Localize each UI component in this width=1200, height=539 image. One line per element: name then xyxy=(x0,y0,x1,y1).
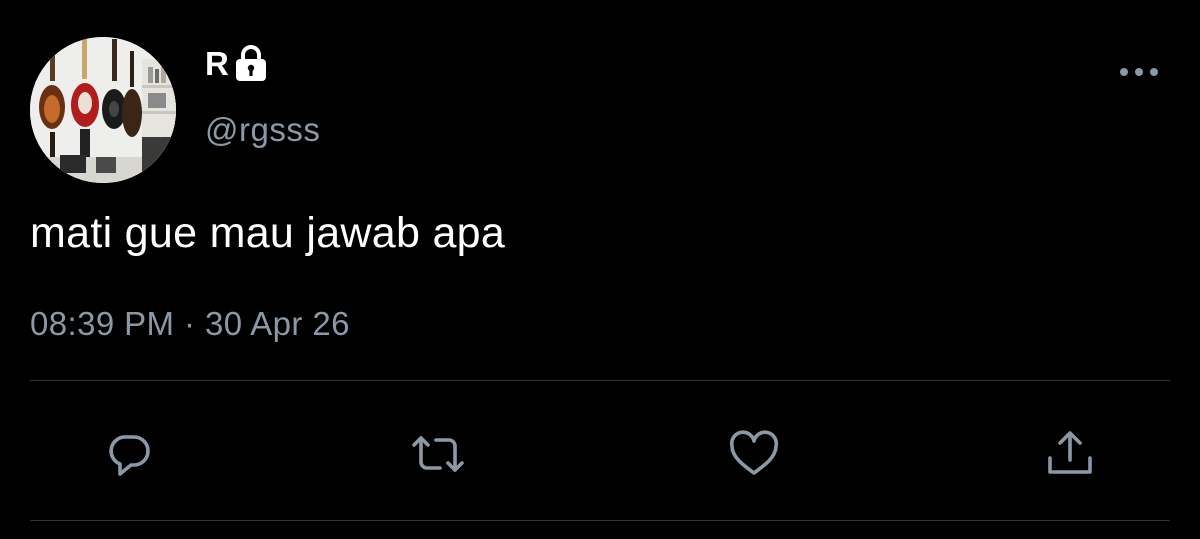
author-name-row[interactable]: R xyxy=(205,44,269,84)
lock-icon xyxy=(233,44,269,84)
timestamp-separator: · xyxy=(184,305,196,342)
divider xyxy=(30,380,1170,381)
divider xyxy=(30,520,1170,521)
tweet-date[interactable]: 30 Apr 26 xyxy=(205,305,350,342)
like-button[interactable] xyxy=(726,426,782,482)
tweet-text: mati gue mau jawab apa xyxy=(30,209,506,257)
more-icon[interactable] xyxy=(1116,60,1162,84)
like-icon xyxy=(727,428,781,480)
tweet-detail: R @rgsss mati gue mau jawab apa 08:39 PM… xyxy=(0,0,1200,539)
tweet-time[interactable]: 08:39 PM xyxy=(30,305,174,342)
display-name[interactable]: R xyxy=(205,44,229,84)
retweet-icon xyxy=(410,428,466,480)
avatar-image xyxy=(30,37,176,183)
timestamp[interactable]: 08:39 PM · 30 Apr 26 xyxy=(30,302,350,346)
share-icon xyxy=(1044,428,1096,480)
avatar[interactable] xyxy=(30,37,176,183)
reply-button[interactable] xyxy=(102,426,158,482)
retweet-button[interactable] xyxy=(410,426,466,482)
username-handle[interactable]: @rgsss xyxy=(205,110,320,150)
share-button[interactable] xyxy=(1042,426,1098,482)
reply-icon xyxy=(104,428,156,480)
